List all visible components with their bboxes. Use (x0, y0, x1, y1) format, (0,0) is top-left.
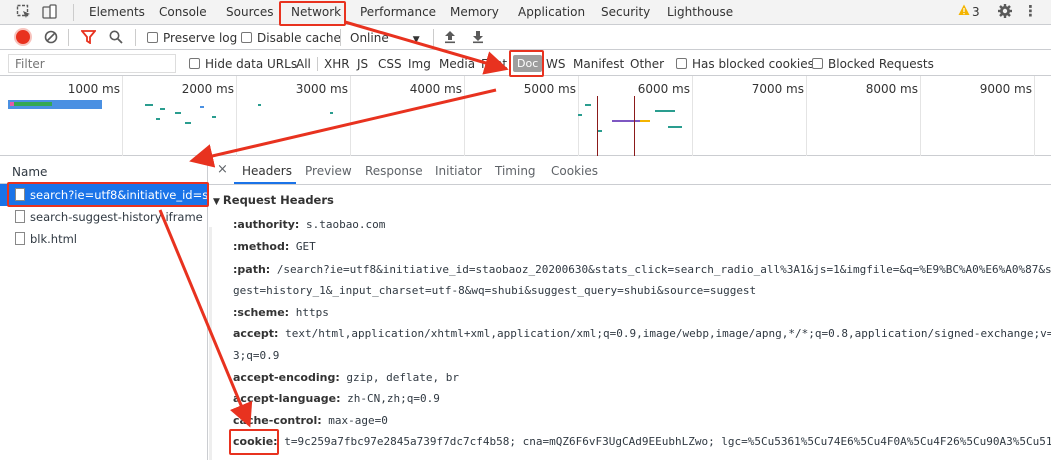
annotation-arrows (158, 20, 509, 428)
